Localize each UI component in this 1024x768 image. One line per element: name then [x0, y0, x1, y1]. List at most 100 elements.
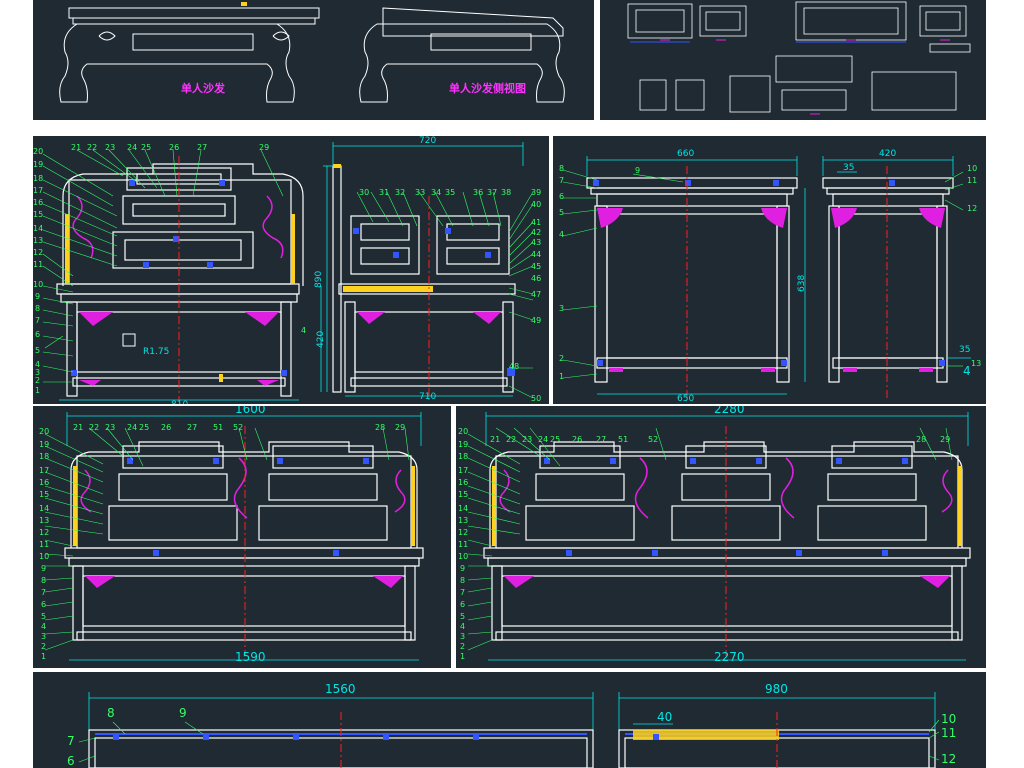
callout-24: 24	[127, 143, 138, 152]
callout-t-9: 9	[460, 564, 466, 573]
callout-table-7: 7	[559, 176, 565, 185]
dim-double-sofa-top: 1600	[235, 406, 266, 416]
callout-d-26: 26	[161, 423, 172, 432]
callout-t-21: 21	[490, 435, 501, 444]
callout-48: 48	[509, 362, 520, 371]
callout-19: 19	[33, 160, 44, 169]
callout-table-1: 1	[559, 372, 565, 381]
callout-t-19: 19	[458, 440, 469, 449]
caption-single-sofa-side: 单人沙发侧视图	[449, 82, 526, 95]
callout-13: 13	[33, 236, 44, 245]
callout-d-2: 2	[41, 642, 47, 651]
callout-p-10: 10	[941, 712, 957, 726]
callout-39: 39	[531, 188, 542, 197]
callout-t-11: 11	[458, 540, 469, 549]
callout-d-28: 28	[375, 423, 386, 432]
callout-36: 36	[473, 188, 484, 197]
double-sofa-drawing	[44, 412, 424, 661]
callout-40: 40	[531, 200, 542, 209]
dim-table-4: 4	[963, 364, 971, 378]
callout-t-24: 24	[538, 435, 549, 444]
callout-t-18: 18	[458, 452, 469, 461]
callout-t-6: 6	[460, 600, 466, 609]
callout-5: 5	[35, 346, 41, 355]
callout-t-22: 22	[506, 435, 517, 444]
callout-46: 46	[531, 274, 542, 283]
callout-31: 31	[379, 188, 390, 197]
callout-34: 34	[431, 188, 442, 197]
panel-table-elevations: 660 650 638 420 35 35 4 8 7 6 5 4 3 2 1 …	[553, 136, 986, 404]
callout-d-29: 29	[395, 423, 406, 432]
callout-11: 11	[33, 260, 44, 269]
callout-d-16: 16	[39, 478, 50, 487]
callout-t-3: 3	[460, 632, 466, 641]
callout-t-16: 16	[458, 478, 469, 487]
callout-14: 14	[33, 224, 44, 233]
callout-t-51: 51	[618, 435, 629, 444]
callout-9: 9	[35, 292, 41, 301]
callout-47: 47	[531, 290, 542, 299]
callout-12: 12	[33, 248, 44, 257]
panel-single-sofa-elevations: 21 22 23 24 25 26 27 29 20 19 18 17 16 1…	[33, 136, 549, 404]
callout-30: 30	[359, 188, 370, 197]
panel-thumbnail-overview	[600, 0, 986, 120]
callout-table-3: 3	[559, 304, 565, 313]
callout-45: 45	[531, 262, 542, 271]
dim-plan-40: 40	[657, 710, 673, 724]
dim-seat-height: 420	[316, 330, 326, 348]
single-sofa-elevation-drawing	[42, 142, 534, 401]
callout-20: 20	[33, 147, 44, 156]
callout-d-23: 23	[105, 423, 116, 432]
callout-t-17: 17	[458, 466, 469, 475]
callout-2: 2	[35, 376, 41, 385]
callout-49: 49	[531, 316, 542, 325]
dim-double-sofa-bottom: 1590	[235, 650, 266, 664]
dim-table-height: 638	[797, 274, 807, 292]
callout-27: 27	[197, 143, 208, 152]
callout-t-5: 5	[460, 612, 466, 621]
callout-t-29: 29	[940, 435, 951, 444]
callout-d-14: 14	[39, 504, 50, 513]
callout-t-15: 15	[458, 490, 469, 499]
callout-6: 6	[35, 330, 41, 339]
dim-plan-left: 1560	[325, 682, 356, 696]
callout-23: 23	[105, 143, 116, 152]
caption-single-sofa: 单人沙发	[181, 82, 225, 95]
callout-t-14: 14	[458, 504, 469, 513]
callout-t-4: 4	[460, 622, 466, 631]
callout-d-4: 4	[41, 622, 47, 631]
callout-16: 16	[33, 198, 44, 207]
callout-d-25: 25	[139, 423, 150, 432]
dim-triple-sofa-bottom: 2270	[714, 650, 745, 664]
callout-t-2: 2	[460, 642, 466, 651]
dim-side-depth: 710	[419, 392, 437, 402]
callout-t-25: 25	[550, 435, 561, 444]
dim-table-front-bottom: 650	[677, 394, 695, 404]
callout-t-27: 27	[596, 435, 607, 444]
callout-d-24: 24	[127, 423, 138, 432]
callout-p-8: 8	[107, 706, 115, 720]
callout-43: 43	[531, 238, 542, 247]
callout-18: 18	[33, 174, 44, 183]
callout-table-6: 6	[559, 192, 565, 201]
triple-sofa-drawing	[467, 412, 971, 661]
callout-d-8: 8	[41, 576, 47, 585]
callout-p-12: 12	[941, 752, 957, 766]
panel-single-sofa-views: 单人沙发 单人沙发侧视图	[33, 0, 594, 120]
callout-table-10: 10	[967, 164, 978, 173]
callout-d-10: 10	[39, 552, 50, 561]
dim-side-height: 890	[314, 270, 324, 288]
callout-t-10: 10	[458, 552, 469, 561]
callout-t-7: 7	[460, 588, 466, 597]
callout-table-9: 9	[635, 166, 641, 175]
callout-35: 35	[445, 188, 456, 197]
callout-17: 17	[33, 186, 44, 195]
callout-table-5: 5	[559, 208, 565, 217]
dim-table-front-width: 660	[677, 149, 695, 159]
callout-d-52: 52	[233, 423, 244, 432]
callout-1: 1	[35, 386, 41, 395]
callout-26: 26	[169, 143, 180, 152]
panel-plan-views: 1560 980 40 8 9 7 6 10 11 12	[33, 672, 986, 768]
callout-22: 22	[87, 143, 98, 152]
plan-views-drawing	[78, 692, 940, 768]
